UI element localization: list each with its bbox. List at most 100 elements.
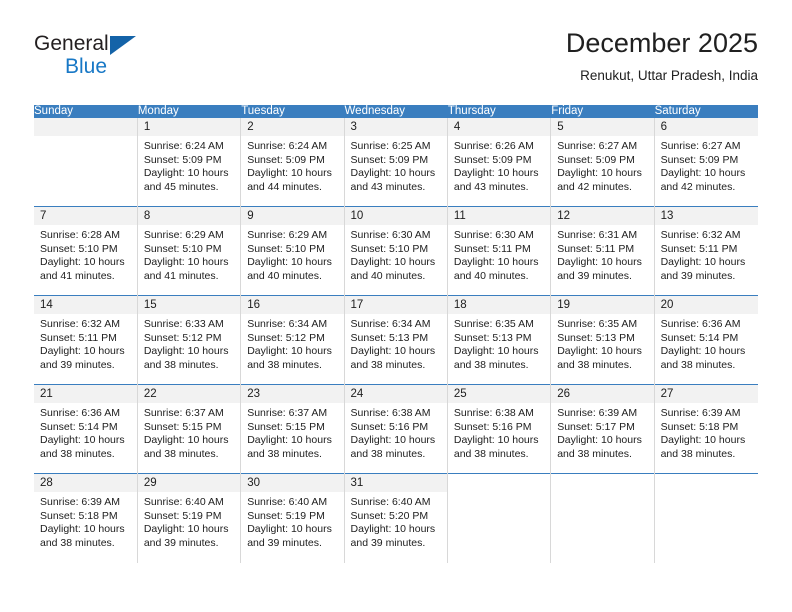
sunset-text: Sunset: 5:19 PM: [247, 509, 325, 522]
daylight-text: Daylight: 10 hours and 38 minutes.: [143, 434, 229, 460]
day-number: 8: [137, 207, 241, 225]
title-block: December 2025 Renukut, Uttar Pradesh, In…: [566, 26, 758, 86]
sunrise-text: Sunrise: 6:36 AM: [660, 318, 741, 330]
calendar-day-cell[interactable]: 8 Sunrise: 6:29 AM Sunset: 5:10 PM Daylight…: [137, 206, 242, 296]
day-details: Sunrise: 6:33 AM Sunset: 5:12 PM Daylight:…: [138, 314, 240, 372]
daylight-text: Daylight: 10 hours and 38 minutes.: [557, 345, 642, 371]
calendar-day-cell[interactable]: 11 Sunrise: 6:30 AM Sunset: 5:11 PM Dayligh…: [447, 206, 552, 296]
weekday-header-saturday: Saturday: [654, 105, 759, 118]
day-number: 9: [241, 207, 344, 225]
daylight-text: Daylight: 10 hours and 45 minutes.: [143, 167, 229, 193]
sunrise-text: Sunrise: 6:39 AM: [40, 496, 120, 508]
calendar-day-cell[interactable]: 20 Sunrise: 6:36 AM Sunset: 5:14 PM Dayligh…: [654, 295, 758, 385]
day-details: Sunrise: 6:35 AM Sunset: 5:13 PM Daylight:…: [551, 314, 653, 372]
day-details: Sunrise: 6:31 AM Sunset: 5:11 PM Daylight:…: [551, 225, 653, 283]
calendar-day-cell[interactable]: 26 Sunrise: 6:39 AM Sunset: 5:17 PM Dayligh…: [550, 384, 655, 474]
calendar-cell-empty: [447, 473, 552, 563]
day-number: 24: [344, 385, 447, 403]
daylight-text: Daylight: 10 hours and 40 minutes.: [247, 256, 332, 282]
day-number: 7: [34, 207, 137, 225]
sunset-text: Sunset: 5:09 PM: [660, 153, 739, 166]
sunset-text: Sunset: 5:14 PM: [40, 420, 118, 433]
weekday-header-monday: Monday: [137, 105, 242, 118]
sunset-text: Sunset: 5:15 PM: [247, 420, 325, 433]
day-details: Sunrise: 6:34 AM Sunset: 5:13 PM Daylight:…: [345, 314, 447, 372]
daylight-text: Daylight: 10 hours and 38 minutes.: [660, 434, 746, 460]
day-details: Sunrise: 6:36 AM Sunset: 5:14 PM Daylight:…: [34, 403, 137, 461]
day-details: Sunrise: 6:24 AM Sunset: 5:09 PM Daylight:…: [241, 136, 343, 194]
sunset-text: Sunset: 5:11 PM: [557, 242, 635, 255]
daylight-text: Daylight: 10 hours and 43 minutes.: [350, 167, 436, 193]
day-number: 15: [137, 296, 241, 314]
daylight-text: Daylight: 10 hours and 42 minutes.: [660, 167, 746, 193]
daylight-text: Daylight: 10 hours and 41 minutes.: [40, 256, 125, 282]
calendar-day-cell[interactable]: 10 Sunrise: 6:30 AM Sunset: 5:10 PM Dayligh…: [344, 206, 448, 296]
day-details: Sunrise: 6:40 AM Sunset: 5:20 PM Daylight:…: [345, 492, 447, 550]
weekday-header-friday: Friday: [550, 105, 655, 118]
calendar-day-cell[interactable]: 13 Sunrise: 6:32 AM Sunset: 5:11 PM Dayligh…: [654, 206, 758, 296]
day-details: Sunrise: 6:40 AM Sunset: 5:19 PM Daylight:…: [138, 492, 240, 550]
daylight-text: Daylight: 10 hours and 39 minutes.: [557, 256, 642, 282]
calendar-day-cell[interactable]: 4 Sunrise: 6:26 AM Sunset: 5:09 PM Daylight…: [447, 117, 552, 207]
calendar-day-cell[interactable]: 6 Sunrise: 6:27 AM Sunset: 5:09 PM Daylight…: [654, 117, 758, 207]
calendar-day-cell[interactable]: 12 Sunrise: 6:31 AM Sunset: 5:11 PM Dayligh…: [550, 206, 655, 296]
daylight-text: Daylight: 10 hours and 41 minutes.: [143, 256, 229, 282]
page-subtitle: Renukut, Uttar Pradesh, India: [580, 68, 758, 83]
weekday-header-sunday: Sunday: [34, 105, 138, 118]
calendar-day-cell[interactable]: 7 Sunrise: 6:28 AM Sunset: 5:10 PM Daylight…: [34, 206, 138, 296]
calendar-day-cell[interactable]: 2 Sunrise: 6:24 AM Sunset: 5:09 PM Daylight…: [240, 117, 345, 207]
sunset-text: Sunset: 5:09 PM: [453, 153, 532, 166]
sunset-text: Sunset: 5:10 PM: [143, 242, 222, 255]
calendar-day-cell[interactable]: 17 Sunrise: 6:34 AM Sunset: 5:13 PM Dayligh…: [344, 295, 448, 385]
daylight-text: Daylight: 10 hours and 38 minutes.: [557, 434, 642, 460]
calendar-day-cell[interactable]: 5 Sunrise: 6:27 AM Sunset: 5:09 PM Daylight…: [550, 117, 655, 207]
calendar-day-cell[interactable]: 28 Sunrise: 6:39 AM Sunset: 5:18 PM Dayligh…: [34, 473, 138, 563]
calendar-cell-empty: [34, 117, 138, 207]
sunset-text: Sunset: 5:14 PM: [660, 331, 739, 344]
calendar-day-cell[interactable]: 25 Sunrise: 6:38 AM Sunset: 5:16 PM Dayligh…: [447, 384, 552, 474]
sunset-text: Sunset: 5:19 PM: [143, 509, 222, 522]
calendar-day-cell[interactable]: 24 Sunrise: 6:38 AM Sunset: 5:16 PM Dayligh…: [344, 384, 448, 474]
day-details: Sunrise: 6:36 AM Sunset: 5:14 PM Daylight:…: [655, 314, 758, 372]
calendar-day-cell[interactable]: 1 Sunrise: 6:24 AM Sunset: 5:09 PM Daylight…: [137, 117, 242, 207]
daylight-text: Daylight: 10 hours and 39 minutes.: [350, 523, 436, 549]
day-details: Sunrise: 6:39 AM Sunset: 5:18 PM Daylight:…: [34, 492, 137, 550]
sunrise-text: Sunrise: 6:31 AM: [557, 229, 638, 241]
sunset-text: Sunset: 5:11 PM: [660, 242, 738, 255]
daylight-text: Daylight: 10 hours and 44 minutes.: [247, 167, 332, 193]
sunrise-text: Sunrise: 6:34 AM: [350, 318, 431, 330]
calendar-day-cell[interactable]: 27 Sunrise: 6:39 AM Sunset: 5:18 PM Dayligh…: [654, 384, 758, 474]
calendar-day-cell[interactable]: 23 Sunrise: 6:37 AM Sunset: 5:15 PM Dayligh…: [240, 384, 345, 474]
day-details: Sunrise: 6:29 AM Sunset: 5:10 PM Daylight:…: [241, 225, 343, 283]
sunrise-text: Sunrise: 6:38 AM: [350, 407, 431, 419]
calendar-day-cell[interactable]: 29 Sunrise: 6:40 AM Sunset: 5:19 PM Dayligh…: [137, 473, 242, 563]
day-number: 17: [344, 296, 447, 314]
daylight-text: Daylight: 10 hours and 40 minutes.: [350, 256, 436, 282]
day-details: Sunrise: 6:29 AM Sunset: 5:10 PM Daylight:…: [138, 225, 240, 283]
sunset-text: Sunset: 5:16 PM: [453, 420, 532, 433]
calendar-day-cell[interactable]: 21 Sunrise: 6:36 AM Sunset: 5:14 PM Dayligh…: [34, 384, 138, 474]
calendar-day-cell[interactable]: 30 Sunrise: 6:40 AM Sunset: 5:19 PM Dayligh…: [240, 473, 345, 563]
sunrise-text: Sunrise: 6:24 AM: [247, 140, 328, 152]
calendar-day-cell[interactable]: 9 Sunrise: 6:29 AM Sunset: 5:10 PM Daylight…: [240, 206, 345, 296]
sunset-text: Sunset: 5:13 PM: [453, 331, 532, 344]
sunrise-text: Sunrise: 6:40 AM: [247, 496, 328, 508]
calendar-day-cell[interactable]: 16 Sunrise: 6:34 AM Sunset: 5:12 PM Dayligh…: [240, 295, 345, 385]
weekday-header-tuesday: Tuesday: [240, 105, 345, 118]
daylight-text: Daylight: 10 hours and 38 minutes.: [453, 345, 539, 371]
calendar-day-cell[interactable]: 22 Sunrise: 6:37 AM Sunset: 5:15 PM Dayligh…: [137, 384, 242, 474]
calendar-day-cell[interactable]: 15 Sunrise: 6:33 AM Sunset: 5:12 PM Dayligh…: [137, 295, 242, 385]
day-details: Sunrise: 6:28 AM Sunset: 5:10 PM Daylight:…: [34, 225, 137, 283]
calendar-day-cell[interactable]: 3 Sunrise: 6:25 AM Sunset: 5:09 PM Daylight…: [344, 117, 448, 207]
calendar-week-row: 28 Sunrise: 6:39 AM Sunset: 5:18 PM Dayligh…: [34, 473, 758, 563]
calendar-day-cell[interactable]: 18 Sunrise: 6:35 AM Sunset: 5:13 PM Dayligh…: [447, 295, 552, 385]
day-number: 31: [344, 474, 447, 492]
calendar-day-cell[interactable]: 19 Sunrise: 6:35 AM Sunset: 5:13 PM Dayligh…: [550, 295, 655, 385]
day-number: 26: [551, 385, 654, 403]
calendar-day-cell[interactable]: 31 Sunrise: 6:40 AM Sunset: 5:20 PM Dayligh…: [344, 473, 448, 563]
day-number: 12: [551, 207, 654, 225]
day-details: Sunrise: 6:30 AM Sunset: 5:11 PM Daylight:…: [448, 225, 550, 283]
sunrise-text: Sunrise: 6:35 AM: [557, 318, 638, 330]
calendar-day-cell[interactable]: 14 Sunrise: 6:32 AM Sunset: 5:11 PM Dayligh…: [34, 295, 138, 385]
general-blue-logo[interactable]: General Blue: [34, 32, 254, 90]
